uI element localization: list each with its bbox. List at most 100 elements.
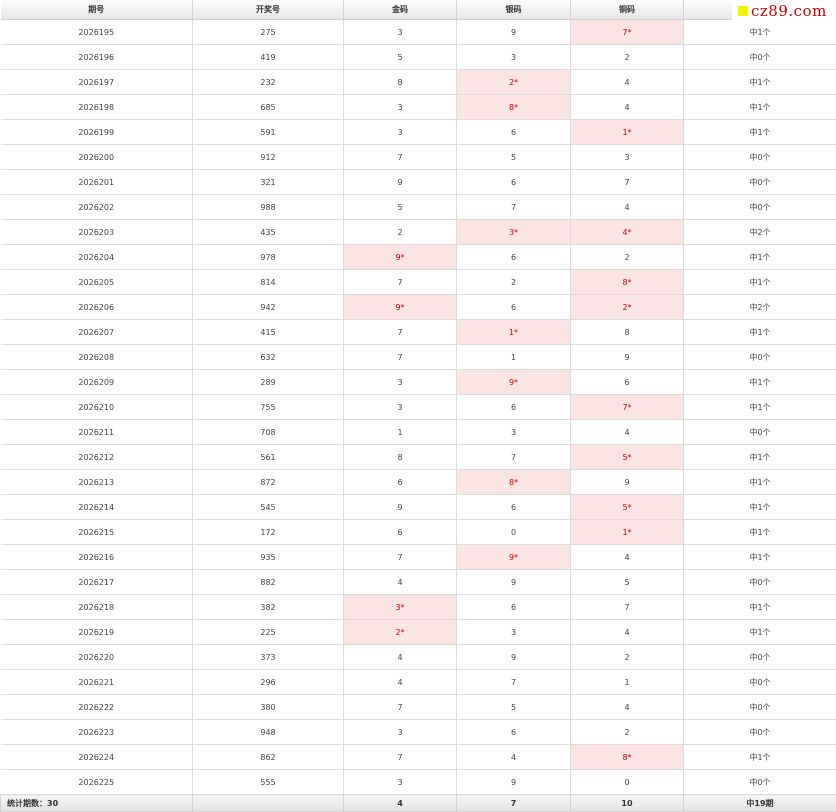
cell-bronze: 4	[570, 619, 684, 645]
cell-result: 中1个	[683, 744, 836, 770]
cell-result: 中0个	[683, 419, 836, 445]
cell-silver: 1	[456, 344, 571, 370]
cell-silver: 9*	[456, 544, 571, 570]
cell-bronze: 8*	[570, 269, 684, 295]
cell-bronze: 8	[570, 319, 684, 345]
cell-bronze: 2	[570, 244, 684, 270]
cell-gold: 7	[343, 269, 457, 295]
cell-silver: 9	[456, 19, 571, 45]
cell-gold: 6	[343, 519, 457, 545]
table-row: 2026196 419 5 3 2 中0个	[0, 44, 836, 70]
cell-bronze: 5*	[570, 494, 684, 520]
cell-silver: 2*	[456, 69, 571, 95]
cell-bronze: 5	[570, 569, 684, 595]
cell-silver: 6	[456, 719, 571, 745]
cell-draw-number: 948	[192, 719, 344, 745]
cell-gold: 1	[343, 419, 457, 445]
cell-silver: 6	[456, 119, 571, 145]
table-row: 2026219 225 2* 3 4 中1个	[0, 619, 836, 645]
cell-draw-number: 942	[192, 294, 344, 320]
cell-result: 中1个	[683, 269, 836, 295]
cell-bronze: 1*	[570, 119, 684, 145]
cell-result: 中0个	[683, 669, 836, 695]
cell-result: 中1个	[683, 319, 836, 345]
cell-silver: 6	[456, 594, 571, 620]
cell-period: 2026203	[0, 219, 193, 245]
cell-period: 2026206	[0, 294, 193, 320]
table-row: 2026214 545 9 6 5* 中1个	[0, 494, 836, 520]
table-row: 2026215 172 6 0 1* 中1个	[0, 519, 836, 545]
cell-bronze: 7*	[570, 19, 684, 45]
cell-silver: 0	[456, 519, 571, 545]
table-row: 2026221 296 4 7 1 中0个	[0, 669, 836, 695]
cell-gold: 9*	[343, 294, 457, 320]
cell-draw-number: 988	[192, 194, 344, 220]
cell-silver: 8*	[456, 94, 571, 120]
cell-silver: 6	[456, 169, 571, 195]
cell-silver: 6	[456, 394, 571, 420]
table-row: 2026200 912 7 5 3 中0个	[0, 144, 836, 170]
cell-draw-number: 419	[192, 44, 344, 70]
table-row: 2026222 380 7 5 4 中0个	[0, 694, 836, 720]
cell-result: 中1个	[683, 394, 836, 420]
cell-silver: 7	[456, 669, 571, 695]
cell-bronze: 7*	[570, 394, 684, 420]
cell-result: 中1个	[683, 19, 836, 45]
table-row: 2026204 978 9* 6 2 中1个	[0, 244, 836, 270]
cell-result: 中0个	[683, 569, 836, 595]
cell-bronze: 6	[570, 369, 684, 395]
table-row: 2026201 321 9 6 7 中0个	[0, 169, 836, 195]
cell-result: 中2个	[683, 219, 836, 245]
header-draw-number[interactable]: 开奖号	[192, 0, 344, 20]
cell-bronze: 1	[570, 669, 684, 695]
cell-bronze: 0	[570, 769, 684, 795]
cell-gold: 4	[343, 644, 457, 670]
header-silver[interactable]: 银码	[456, 0, 571, 20]
cell-draw-number: 289	[192, 369, 344, 395]
table-body: 2026195 275 3 9 7* 中1个 2026196 419 5 3 2 中0个 2026197…	[0, 19, 836, 795]
table-row: 2026224 862 7 4 8* 中1个	[0, 744, 836, 770]
cell-bronze: 9	[570, 469, 684, 495]
cell-result: 中2个	[683, 294, 836, 320]
cell-period: 2026219	[0, 619, 193, 645]
cell-period: 2026195	[0, 19, 193, 45]
cell-silver: 7	[456, 444, 571, 470]
stats-page: 期号 开奖号 金码 银码 铜码 2026195 275 3 9 7* 中1个 2026196…	[0, 0, 836, 812]
table-row: 2026205 814 7 2 8* 中1个	[0, 269, 836, 295]
cell-gold: 3	[343, 94, 457, 120]
cell-gold: 8	[343, 69, 457, 95]
watermark-text: cz89.com	[751, 2, 827, 20]
cell-period: 2026204	[0, 244, 193, 270]
cell-silver: 3	[456, 44, 571, 70]
cell-bronze: 4	[570, 544, 684, 570]
table-row: 2026209 289 3 9* 6 中1个	[0, 369, 836, 395]
cell-draw-number: 232	[192, 69, 344, 95]
header-bronze[interactable]: 铜码	[570, 0, 684, 20]
cell-silver: 1*	[456, 319, 571, 345]
table-row: 2026220 373 4 9 2 中0个	[0, 644, 836, 670]
cell-result: 中1个	[683, 369, 836, 395]
cell-draw-number: 755	[192, 394, 344, 420]
table-header: 期号 开奖号 金码 银码 铜码	[0, 0, 836, 20]
cell-draw-number: 225	[192, 619, 344, 645]
table-row: 2026213 872 6 8* 9 中1个	[0, 469, 836, 495]
table-row: 2026212 561 8 7 5* 中1个	[0, 444, 836, 470]
cell-result: 中0个	[683, 144, 836, 170]
cell-period: 2026215	[0, 519, 193, 545]
cell-result: 中1个	[683, 94, 836, 120]
table-row: 2026223 948 3 6 2 中0个	[0, 719, 836, 745]
header-period[interactable]: 期号	[0, 0, 193, 20]
cell-gold: 9	[343, 494, 457, 520]
cell-bronze: 2	[570, 719, 684, 745]
cell-period: 2026196	[0, 44, 193, 70]
cell-period: 2026217	[0, 569, 193, 595]
cell-period: 2026225	[0, 769, 193, 795]
cell-draw-number: 275	[192, 19, 344, 45]
footer-count-label: 统计期数：30	[0, 794, 193, 812]
table-row: 2026217 882 4 9 5 中0个	[0, 569, 836, 595]
cell-gold: 9	[343, 169, 457, 195]
header-gold[interactable]: 金码	[343, 0, 457, 20]
cell-result: 中0个	[683, 44, 836, 70]
cell-gold: 3	[343, 719, 457, 745]
cell-draw-number: 632	[192, 344, 344, 370]
